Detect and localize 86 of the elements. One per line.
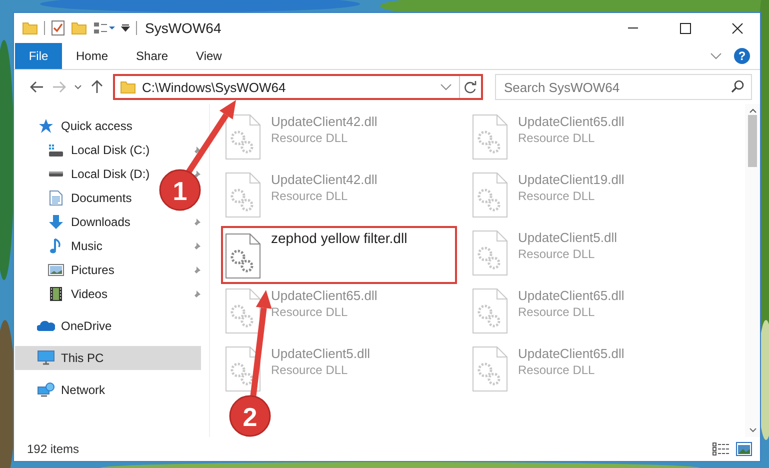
sidebar-item[interactable]: Music <box>15 234 108 258</box>
sidebar-item[interactable]: Pictures <box>15 258 120 282</box>
forward-arrow-icon <box>52 81 66 93</box>
pin-icon[interactable] <box>192 266 201 274</box>
pin-icon[interactable] <box>192 218 201 226</box>
sidebar-item[interactable]: OneDrive <box>15 314 118 338</box>
ribbon-tab[interactable]: View <box>182 43 236 69</box>
file-type: Resource DLL <box>271 363 349 377</box>
pin-icon[interactable] <box>192 170 201 178</box>
settings-file-icon <box>472 288 508 334</box>
folder-icon <box>120 80 136 94</box>
pin-icon[interactable] <box>192 242 201 250</box>
sidebar-item[interactable]: Videos <box>15 282 114 306</box>
scroll-down-icon[interactable] <box>748 428 756 433</box>
document-icon <box>47 190 65 206</box>
scrollbar[interactable] <box>745 104 760 437</box>
file-type: Resource DLL <box>518 247 596 261</box>
refresh-icon <box>464 80 477 94</box>
settings-file-icon <box>225 172 261 218</box>
search-field[interactable]: Search SysWOW64 <box>495 74 752 100</box>
picture-icon <box>47 264 65 276</box>
item-count: 192 items <box>27 442 80 456</box>
close-icon <box>732 22 742 34</box>
file-type: Resource DLL <box>518 305 596 319</box>
settings-file-icon <box>225 114 261 160</box>
settings-file-icon <box>472 230 508 276</box>
file-type: Resource DLL <box>518 131 596 145</box>
drive-icon <box>47 144 65 156</box>
customize-dropdown-icon[interactable] <box>121 24 130 32</box>
help-button[interactable]: ? <box>734 48 750 64</box>
file-name: UpdateClient42.dll <box>271 172 378 187</box>
file-item[interactable]: zephod yellow filter.dll <box>221 226 457 284</box>
file-name: UpdateClient65.dll <box>271 288 378 303</box>
file-type: Resource DLL <box>271 305 349 319</box>
caret-icon <box>74 84 82 90</box>
network-icon <box>37 382 55 398</box>
pin-icon[interactable] <box>192 146 201 154</box>
sidebar-item[interactable]: Network <box>15 378 112 402</box>
file-name: UpdateClient5.dll <box>271 346 370 361</box>
minimize-icon <box>627 27 639 29</box>
sidebar-item[interactable]: Quick access <box>15 114 138 138</box>
up-arrow-icon <box>91 80 103 94</box>
view-options-icon[interactable] <box>93 22 115 34</box>
search-icon[interactable] <box>731 80 744 93</box>
download-arrow-icon <box>47 214 65 230</box>
properties-icon[interactable] <box>51 20 65 36</box>
file-name: UpdateClient65.dll <box>518 288 624 303</box>
ribbon-tab[interactable]: Share <box>122 43 182 69</box>
scroll-thumb[interactable] <box>748 115 757 167</box>
back-arrow-icon <box>30 81 44 93</box>
file-type: Resource DLL <box>518 363 596 377</box>
file-name: UpdateClient65.dll <box>518 114 624 129</box>
sidebar-item[interactable]: Downloads <box>15 210 136 234</box>
file-type: Resource DLL <box>271 131 349 145</box>
scroll-up-icon[interactable] <box>748 108 756 113</box>
details-view-icon[interactable] <box>712 442 730 456</box>
step-badge: 2 <box>229 395 271 437</box>
settings-file-icon <box>472 114 508 160</box>
step-badge: 1 <box>159 169 201 211</box>
sidebar-item[interactable]: Documents <box>15 186 138 210</box>
file-name: UpdateClient42.dll <box>271 114 378 129</box>
sidebar-item[interactable]: This PC <box>15 346 201 370</box>
pin-icon[interactable] <box>192 290 201 298</box>
settings-file-icon <box>472 172 508 218</box>
film-strip-icon <box>47 286 65 302</box>
star-icon <box>37 118 55 134</box>
file-type: Resource DLL <box>271 189 349 203</box>
window-title: SysWOW64 <box>145 20 222 36</box>
monitor-icon <box>37 350 55 366</box>
file-name: UpdateClient19.dll <box>518 172 624 187</box>
drive-icon <box>47 171 65 177</box>
file-name: zephod yellow filter.dll <box>271 230 408 246</box>
file-name: UpdateClient65.dll <box>518 346 624 361</box>
settings-file-icon <box>472 346 508 392</box>
maximize-icon <box>680 22 690 34</box>
settings-file-icon <box>225 288 261 334</box>
sidebar-item[interactable]: Local Disk (C:) <box>15 138 156 162</box>
file-menu-button[interactable]: File <box>15 43 62 69</box>
large-icons-view-icon[interactable] <box>736 442 752 456</box>
dropdown-icon[interactable] <box>439 84 453 90</box>
cloud-icon <box>37 320 55 332</box>
file-type: Resource DLL <box>518 189 596 203</box>
address-bar[interactable]: C:\Windows\SysWOW64 <box>113 74 483 100</box>
sidebar-item[interactable]: Local Disk (D:) <box>15 162 156 186</box>
ribbon-tab[interactable]: Home <box>62 43 122 69</box>
file-name: UpdateClient5.dll <box>518 230 618 245</box>
